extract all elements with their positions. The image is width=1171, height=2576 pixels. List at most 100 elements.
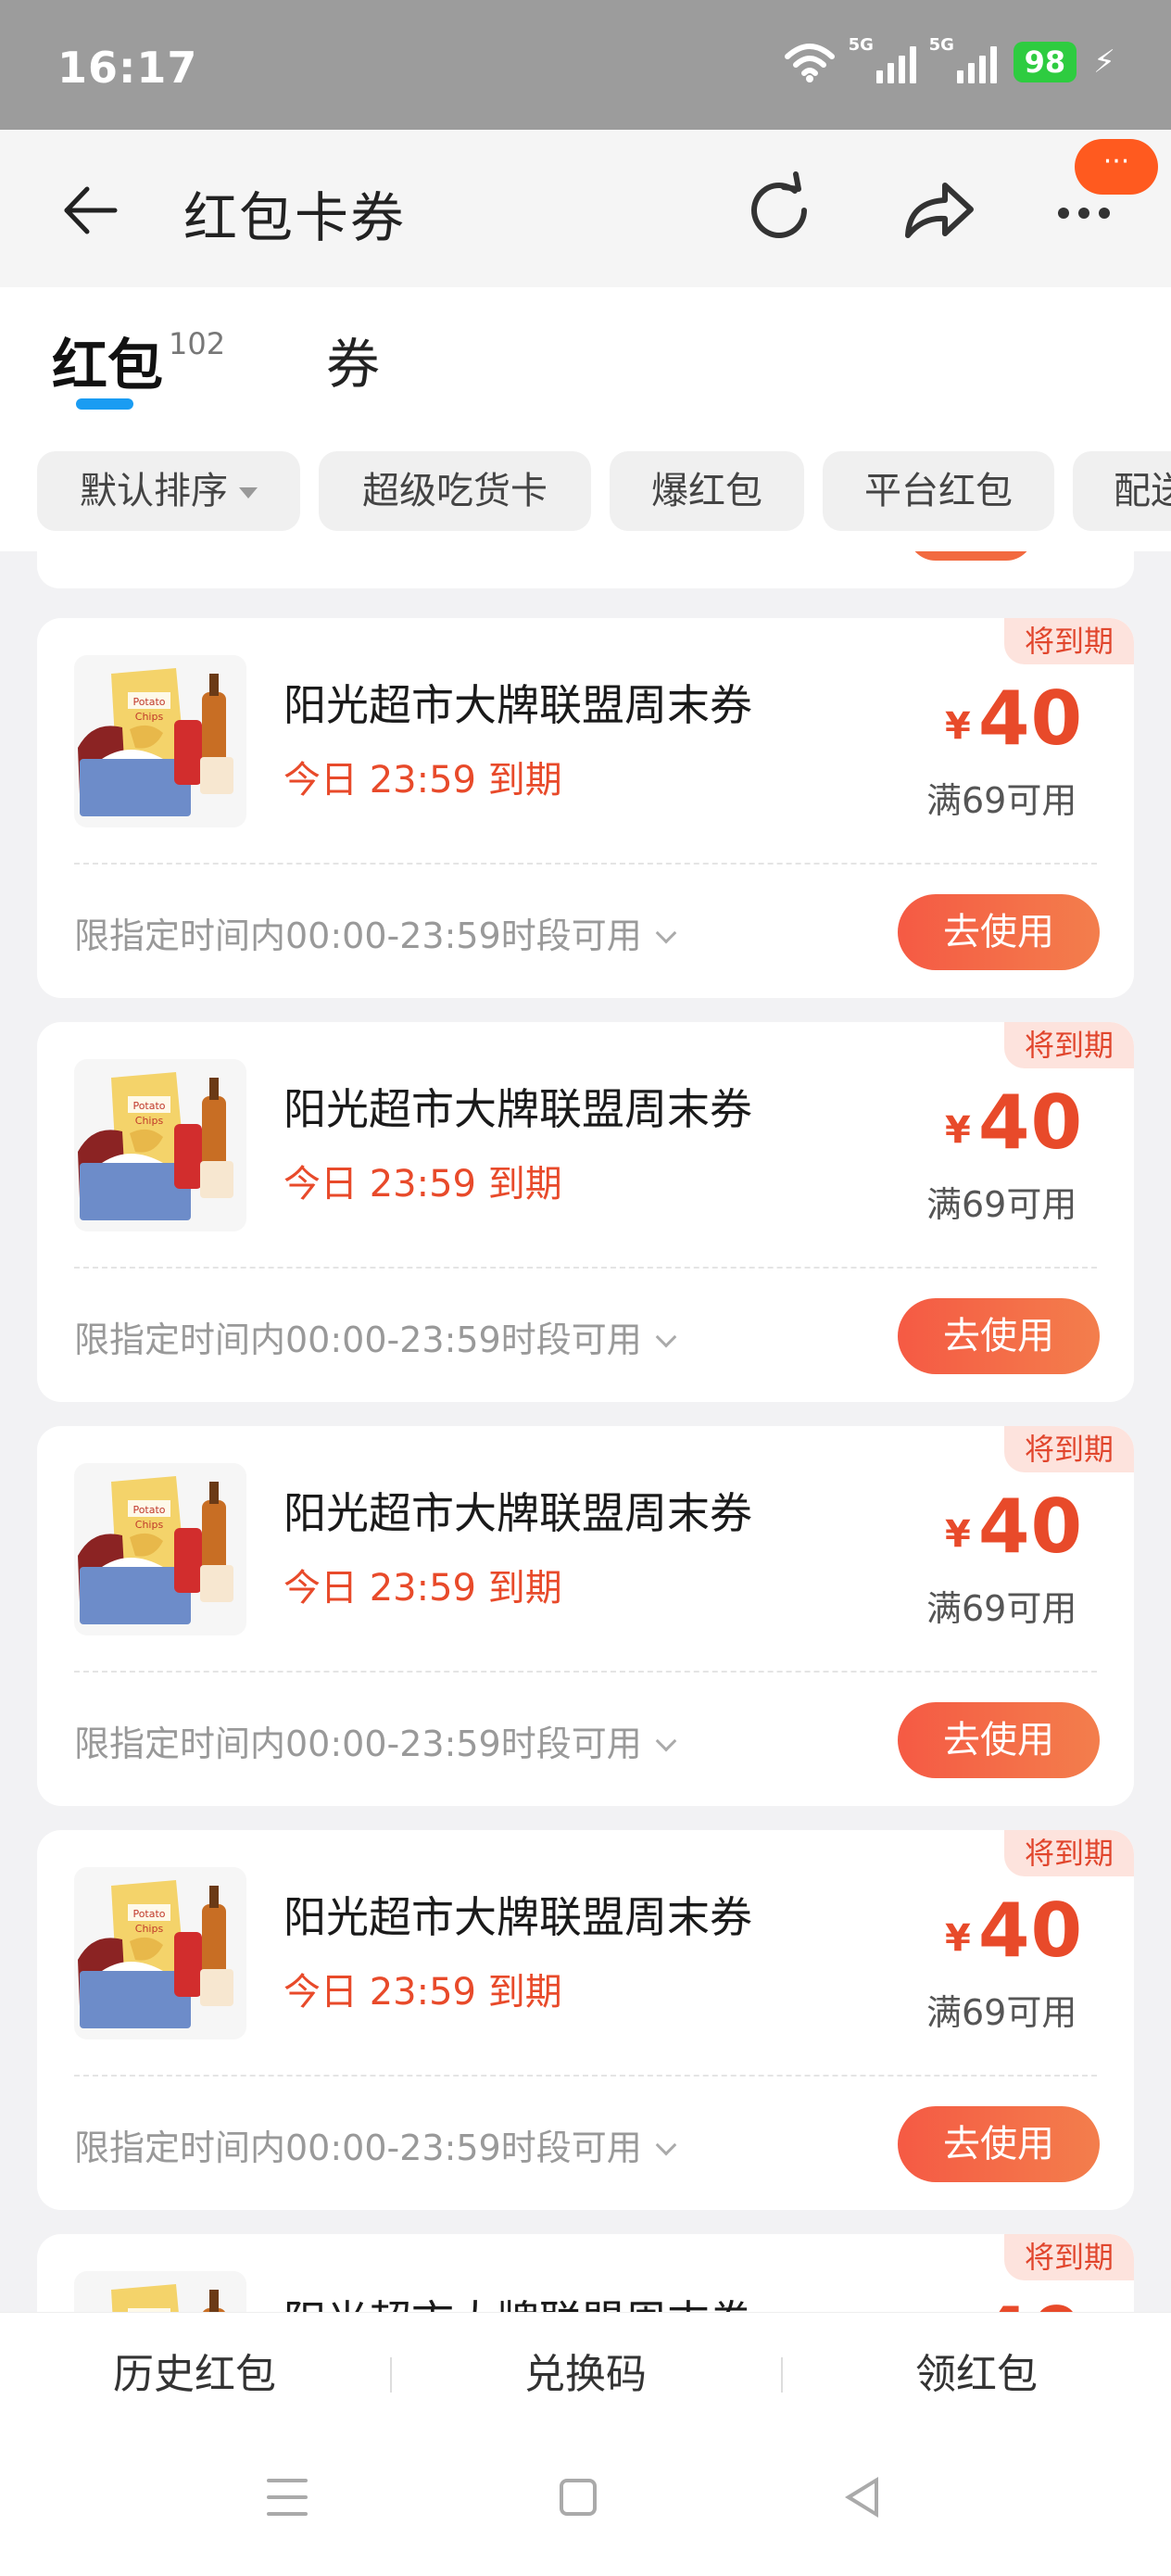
tab-red-packet[interactable]: 红包 bbox=[52, 321, 163, 401]
expiring-badge: 将到期 bbox=[1004, 1830, 1134, 1876]
filter-default-sort[interactable]: 默认排序 bbox=[37, 451, 300, 531]
claim-red-packet-button[interactable]: 领红包 bbox=[782, 2341, 1171, 2400]
coupon-thumbnail: Potato Chips bbox=[74, 1059, 246, 1231]
chevron-down-icon bbox=[655, 1730, 677, 1752]
use-coupon-button[interactable]: 去使用 bbox=[898, 1298, 1100, 1374]
coupon-expiry: 今日 23:59 到期 bbox=[283, 1567, 562, 1610]
svg-text:Chips: Chips bbox=[135, 1519, 164, 1531]
usage-restriction[interactable]: 限指定时间内00:00-23:59时段可用 bbox=[74, 1715, 677, 1766]
expiring-badge: 将到期 bbox=[1004, 1022, 1134, 1068]
refresh-icon[interactable] bbox=[737, 169, 821, 252]
coupon-thumbnail: Potato Chips bbox=[74, 1867, 246, 2039]
svg-text:Potato: Potato bbox=[132, 1504, 165, 1516]
share-icon[interactable] bbox=[897, 169, 980, 252]
coupon-condition: 满69可用 bbox=[926, 1992, 1077, 2033]
coupon-expiry: 今日 23:59 到期 bbox=[283, 1971, 562, 2014]
dashed-divider bbox=[74, 863, 1097, 865]
tab-red-packet-count: 102 bbox=[169, 326, 226, 361]
coupon-amount: 40 bbox=[977, 1080, 1084, 1166]
svg-text:Potato: Potato bbox=[132, 696, 165, 708]
currency-symbol: ¥ bbox=[945, 1917, 971, 1960]
coupon-card[interactable]: 将到期PotatoChips阳光超市大牌联盟周末券今日 23:59 到期¥40满… bbox=[37, 618, 1134, 998]
filter-super-foodie-card[interactable]: 超级吃货卡 bbox=[319, 451, 591, 531]
dropdown-caret-icon bbox=[239, 487, 258, 499]
filter-platform-red-packet[interactable]: 平台红包 bbox=[823, 451, 1054, 531]
coupon-card[interactable]: 将到期 Potato Chips 阳光超市大牌联盟周末券今日 23:59 到期 ¥40 满… bbox=[37, 1426, 1134, 1806]
expiring-badge: 将到期 bbox=[1004, 2234, 1134, 2280]
recent-apps-icon[interactable] bbox=[267, 2479, 308, 2529]
coupon-card[interactable]: 将到期 Potato Chips 阳光超市大牌联盟周末券今日 23:59 到期 ¥40 满… bbox=[37, 1830, 1134, 2210]
dashed-divider bbox=[74, 2075, 1097, 2077]
active-tab-indicator bbox=[76, 398, 133, 410]
coupon-value: ¥40 bbox=[945, 1080, 1083, 1166]
coupon-name: 阳光超市大牌联盟周末券 bbox=[283, 680, 752, 730]
svg-text:Potato: Potato bbox=[132, 1908, 165, 1920]
back-arrow-icon[interactable] bbox=[57, 178, 122, 243]
coupon-condition: 满69可用 bbox=[926, 1588, 1077, 1629]
coupon-name: 阳光超市大牌联盟周末券 bbox=[283, 1488, 752, 1538]
back-triangle-icon[interactable] bbox=[845, 2477, 878, 2518]
usage-restriction[interactable]: 限指定时间内00:00-23:59时段可用 bbox=[74, 2119, 677, 2170]
filter-bar: 默认排序 超级吃货卡 爆红包 平台红包 配送 bbox=[0, 431, 1171, 551]
dashed-divider bbox=[74, 1267, 1097, 1269]
signal-icon: 5G bbox=[849, 35, 916, 83]
coupon-list: 将到期 Potato Chips 阳光超市大牌联盟周末券 今日 23:59 到期 ¥40 满… bbox=[0, 551, 1171, 2312]
coupon-amount: 40 bbox=[977, 676, 1084, 762]
coupon-thumbnail: PotatoChips bbox=[74, 2271, 246, 2312]
filter-delivery[interactable]: 配送 bbox=[1073, 451, 1171, 531]
currency-symbol: ¥ bbox=[945, 1513, 971, 1556]
chevron-down-icon bbox=[655, 2134, 677, 2156]
coupon-card[interactable]: 将到期 Potato Chips 阳光超市大牌联盟周末券今日 23:59 到期 ¥40 满… bbox=[37, 1022, 1134, 1402]
svg-text:Potato: Potato bbox=[132, 1100, 165, 1112]
bottom-action-bar: 历史红包 兑换码 领红包 bbox=[0, 2312, 1171, 2432]
previous-card-remnant bbox=[37, 551, 1134, 588]
charging-icon: ⚡ bbox=[1093, 44, 1115, 81]
coupon-name: 阳光超市大牌联盟周末券 bbox=[283, 1084, 752, 1134]
coupon-expiry: 今日 23:59 到期 bbox=[283, 759, 562, 802]
use-coupon-button[interactable]: 去使用 bbox=[898, 2106, 1100, 2182]
coupon-expiry: 今日 23:59 到期 bbox=[283, 1163, 562, 1206]
svg-text:Chips: Chips bbox=[135, 711, 164, 723]
usage-restriction[interactable]: 限指定时间内00:00-23:59时段可用 bbox=[74, 907, 677, 958]
app-header: 红包卡券 bbox=[0, 130, 1171, 287]
status-time: 16:17 bbox=[57, 43, 198, 93]
notification-badge: ··· bbox=[1075, 139, 1158, 195]
battery-indicator: 98 bbox=[1013, 42, 1077, 82]
coupon-card[interactable]: 将到期PotatoChips阳光超市大牌联盟周末券今日 23:59 到期¥40满… bbox=[37, 2234, 1134, 2312]
coupon-amount: 40 bbox=[977, 1484, 1084, 1570]
coupon-amount: 40 bbox=[978, 2292, 1083, 2312]
use-coupon-button[interactable]: 去使用 bbox=[898, 1702, 1100, 1778]
coupon-name: 阳光超市大牌联盟周末券 bbox=[283, 2288, 752, 2312]
redeem-code-button[interactable]: 兑换码 bbox=[391, 2341, 780, 2400]
status-icons: 5G 5G 98 ⚡ bbox=[784, 35, 1115, 83]
page-title: 红包卡券 bbox=[183, 186, 407, 249]
tab-coupon[interactable]: 券 bbox=[326, 321, 380, 398]
home-icon[interactable] bbox=[560, 2479, 597, 2516]
expiring-badge: 将到期 bbox=[1004, 1426, 1134, 1472]
usage-restriction[interactable]: 限指定时间内00:00-23:59时段可用 bbox=[74, 1311, 677, 1362]
coupon-value: ¥40 bbox=[945, 1888, 1083, 1974]
coupon-value: ¥40 bbox=[945, 1484, 1083, 1570]
coupon-amount: 40 bbox=[977, 1888, 1084, 1974]
svg-text:Chips: Chips bbox=[135, 1115, 164, 1127]
status-bar: 16:17 5G 5G 98 ⚡ bbox=[0, 0, 1171, 130]
coupon-value: ¥40 bbox=[945, 2292, 1083, 2312]
chevron-down-icon bbox=[655, 922, 677, 944]
currency-symbol: ¥ bbox=[945, 705, 971, 748]
coupon-name: 阳光超市大牌联盟周末券 bbox=[283, 1892, 752, 1942]
history-red-packets-button[interactable]: 历史红包 bbox=[0, 2341, 389, 2400]
coupon-thumbnail: Potato Chips bbox=[74, 1463, 246, 1635]
dashed-divider bbox=[74, 1671, 1097, 1673]
filter-hot-red-packet[interactable]: 爆红包 bbox=[610, 451, 804, 531]
svg-text:Chips: Chips bbox=[135, 1923, 164, 1935]
wifi-icon bbox=[784, 44, 835, 82]
tab-bar: 红包 102 券 bbox=[0, 287, 1171, 431]
signal-icon: 5G bbox=[929, 35, 997, 83]
use-coupon-button[interactable]: 去使用 bbox=[898, 894, 1100, 970]
chevron-down-icon bbox=[655, 1326, 677, 1348]
currency-symbol: ¥ bbox=[945, 1109, 971, 1152]
expiring-badge: 将到期 bbox=[1004, 618, 1134, 664]
system-nav-bar bbox=[0, 2432, 1171, 2576]
coupon-condition: 满69可用 bbox=[926, 1184, 1077, 1225]
coupon-value: ¥40 bbox=[945, 676, 1083, 762]
